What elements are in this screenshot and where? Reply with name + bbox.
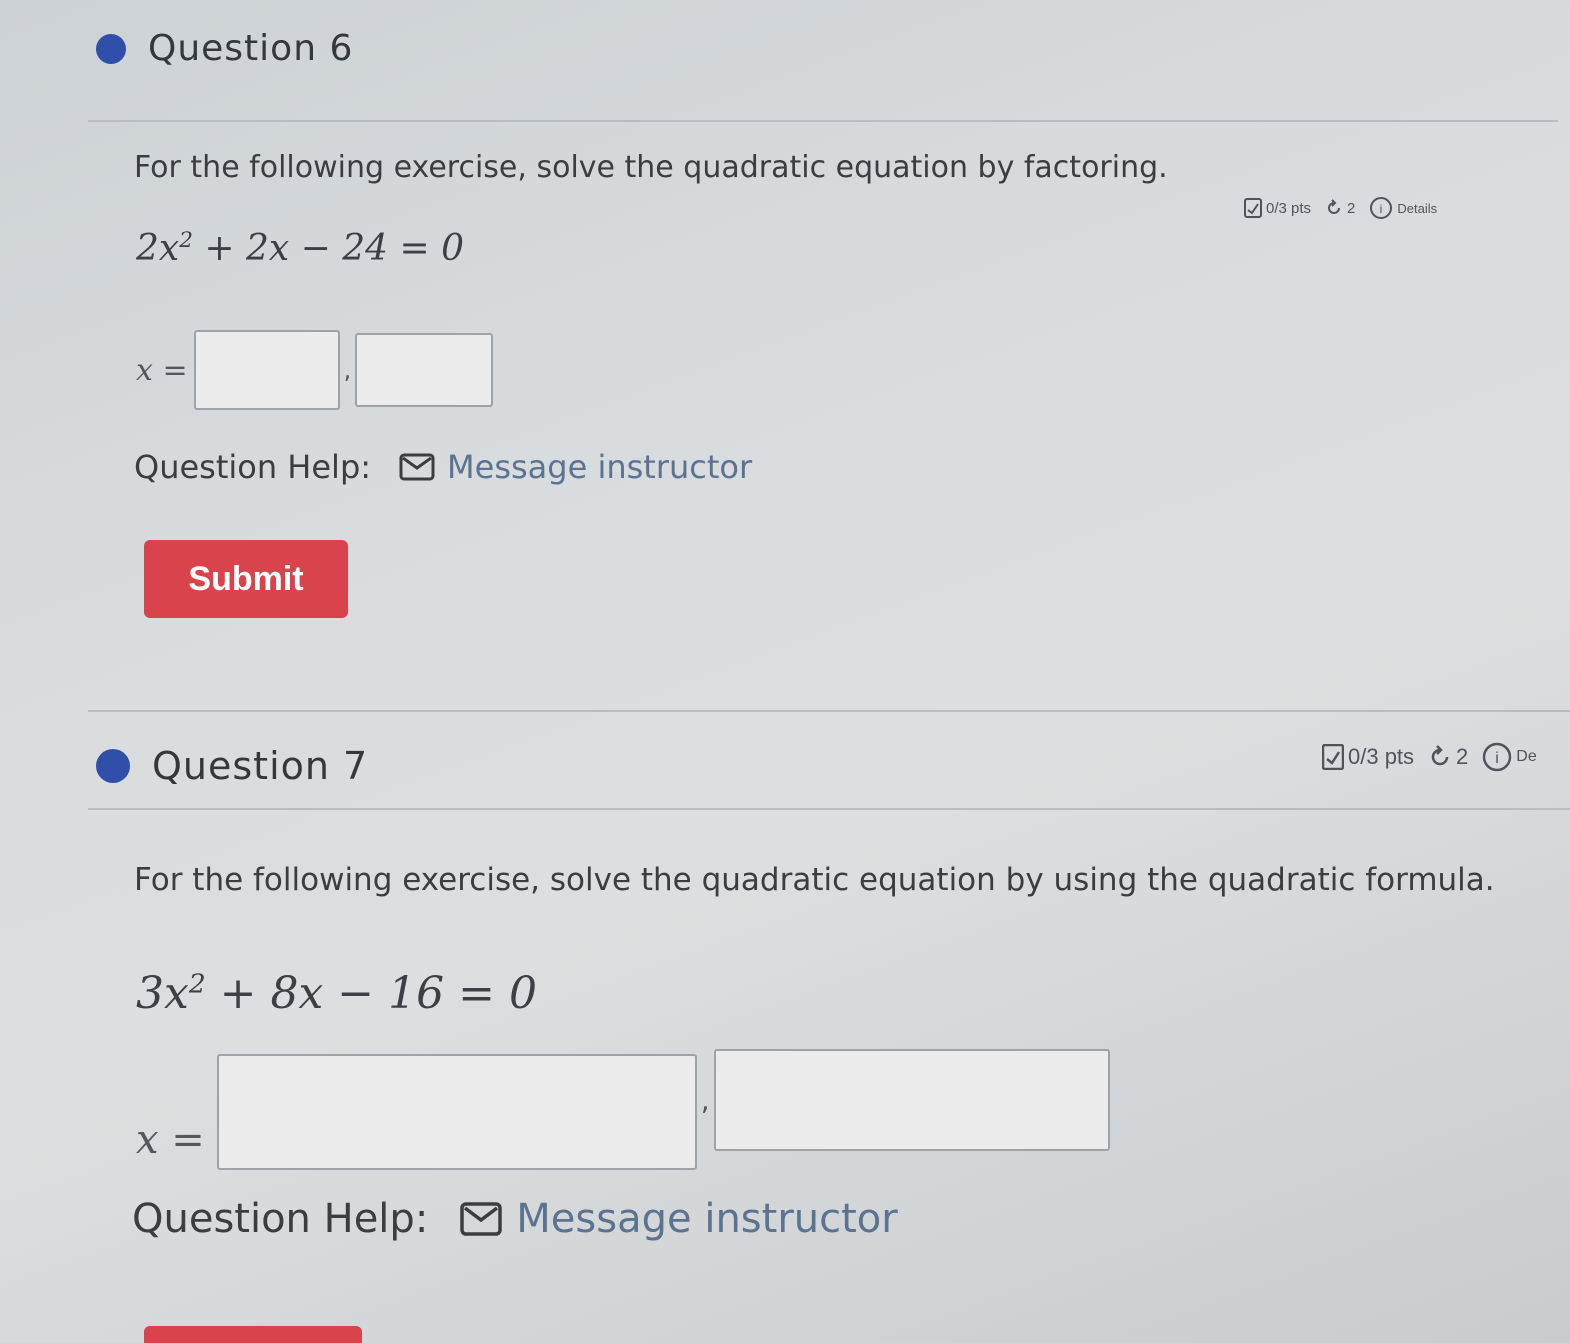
attempts-text: 2 bbox=[1347, 199, 1356, 217]
question-meta: 0/3 pts 2 i De bbox=[1322, 742, 1537, 772]
eq-var: x bbox=[164, 968, 189, 1019]
question-help: Question Help: Message instructor bbox=[132, 1196, 898, 1242]
eq-rest: + 8x − 16 = 0 bbox=[205, 968, 537, 1019]
question-title: Question 6 bbox=[148, 28, 354, 69]
info-icon[interactable]: i bbox=[1482, 742, 1512, 772]
question-bullet-icon bbox=[96, 749, 130, 783]
points-text: 0/3 pts bbox=[1348, 744, 1415, 769]
eq-coef: 3 bbox=[136, 968, 164, 1019]
message-link-text: Message instructor bbox=[447, 448, 753, 486]
question-title: Question 7 bbox=[152, 744, 369, 788]
eq-exponent: 2 bbox=[188, 968, 206, 1000]
svg-text:i: i bbox=[1496, 750, 1500, 767]
answer-separator: , bbox=[343, 356, 352, 384]
header-divider bbox=[88, 120, 1558, 122]
answer-input-1[interactable] bbox=[193, 330, 340, 410]
question-bullet-icon bbox=[96, 33, 126, 64]
message-instructor-link[interactable]: Message instructor bbox=[460, 1196, 898, 1242]
equation: 3x2 + 8x − 16 = 0 bbox=[136, 968, 537, 1019]
question-6: Question 6 0/3 pts 2 i Details For the f… bbox=[0, 0, 1570, 710]
score-icon bbox=[1322, 744, 1344, 770]
score-icon bbox=[1244, 198, 1262, 218]
answer-input-2[interactable] bbox=[713, 1049, 1110, 1151]
message-instructor-link[interactable]: Message instructor bbox=[399, 448, 752, 486]
envelope-icon bbox=[460, 1202, 503, 1236]
submit-button[interactable]: Submit bbox=[144, 540, 348, 618]
points-text: 0/3 pts bbox=[1266, 199, 1312, 217]
details-link[interactable]: Details bbox=[1397, 201, 1437, 216]
details-link[interactable]: De bbox=[1516, 748, 1536, 766]
submit-button[interactable] bbox=[144, 1326, 362, 1343]
equation: 2x2 + 2x − 24 = 0 bbox=[136, 228, 464, 269]
retry-icon bbox=[1428, 745, 1452, 769]
answer-input-2[interactable] bbox=[355, 333, 494, 407]
header-divider bbox=[88, 808, 1570, 810]
question-7: Question 7 0/3 pts 2 i De For the follow… bbox=[0, 712, 1570, 1343]
answer-row: x = , bbox=[136, 330, 494, 410]
answer-row: x = , bbox=[136, 1030, 1110, 1170]
eq-var: x bbox=[158, 228, 180, 269]
question-prompt: For the following exercise, solve the qu… bbox=[134, 150, 1168, 185]
svg-text:i: i bbox=[1380, 202, 1383, 216]
eq-coef: 2 bbox=[136, 228, 159, 269]
question-header: Question 6 bbox=[96, 28, 353, 69]
answer-input-1[interactable] bbox=[216, 1054, 697, 1170]
answer-label: x = bbox=[136, 352, 188, 388]
attempts-text: 2 bbox=[1456, 744, 1469, 769]
eq-rest: + 2x − 24 = 0 bbox=[192, 228, 465, 269]
help-label: Question Help: bbox=[134, 448, 372, 486]
question-help: Question Help: Message instructor bbox=[134, 448, 752, 486]
info-icon[interactable]: i bbox=[1369, 196, 1393, 220]
envelope-icon bbox=[399, 453, 435, 481]
help-label: Question Help: bbox=[132, 1196, 429, 1242]
answer-separator: , bbox=[700, 1083, 710, 1117]
question-meta: 0/3 pts 2 i Details bbox=[1244, 196, 1437, 220]
message-link-text: Message instructor bbox=[516, 1196, 898, 1242]
question-header: Question 7 bbox=[96, 744, 368, 788]
retry-icon bbox=[1325, 199, 1343, 217]
answer-label: x = bbox=[136, 1117, 205, 1163]
question-prompt: For the following exercise, solve the qu… bbox=[134, 862, 1495, 898]
eq-exponent: 2 bbox=[179, 228, 193, 253]
